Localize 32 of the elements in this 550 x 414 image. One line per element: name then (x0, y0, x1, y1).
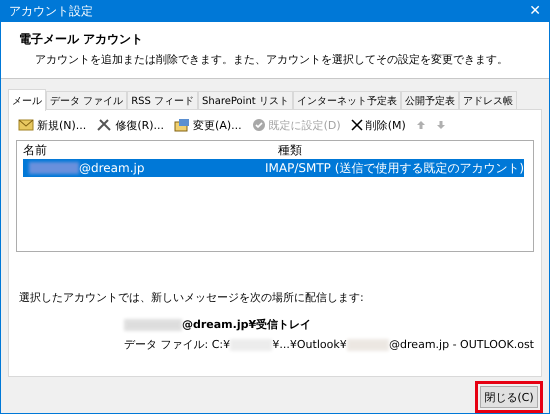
delivery-folder: @dream.jp¥受信トレイ (182, 317, 312, 332)
tab[interactable]: メール (8, 89, 46, 111)
account-type[interactable]: IMAP/SMTP (送信で使用する既定のアカウント) (259, 159, 524, 177)
close-icon (350, 119, 363, 131)
data-file-path: ¥...¥Outlook¥ (272, 338, 347, 351)
account-name[interactable]: @dream.jp (23, 159, 259, 177)
redacted-text (29, 162, 79, 174)
toolbar-button[interactable]: 新規(N)... (18, 118, 86, 132)
tab[interactable]: 公開予定表 (400, 91, 459, 110)
toolbar-button[interactable]: 削除(M) (350, 118, 406, 132)
toolbar-button[interactable]: 変更(A)... (174, 118, 242, 132)
check-circle-icon (252, 118, 266, 132)
data-file-name: @dream.jp - OUTLOOK.ost (389, 338, 534, 351)
redacted-text (346, 338, 390, 350)
section-title: 電子メール アカウント (19, 31, 144, 48)
tab[interactable]: インターネット予定表 (292, 91, 401, 110)
tab[interactable]: RSS フィード (127, 91, 198, 110)
column-header[interactable]: 種類 (272, 141, 517, 159)
toolbar-button[interactable]: 修復(R)... (96, 118, 164, 132)
column-header[interactable]: 名前 (17, 141, 272, 159)
description-text: アカウントを追加または削除できます。また、アカウントを選択してその設定を変更できます。 (34, 52, 509, 67)
close-dialog-button[interactable]: 閉じる(C) (480, 386, 538, 408)
tab[interactable]: データ ファイル (46, 91, 128, 110)
tab[interactable]: アドレス帳 (458, 91, 517, 110)
data-file-label: データ ファイル: C:¥ (124, 337, 230, 352)
window-title: アカウント設定 (9, 2, 93, 20)
close-button[interactable]: ✕ (529, 3, 541, 19)
redacted-text (124, 318, 182, 330)
settings-icon (174, 118, 190, 132)
tab[interactable]: SharePoint リスト (198, 91, 293, 110)
envelope-icon (18, 118, 34, 132)
delivery-text: 選択したアカウントでは、新しいメッセージを次の場所に配信します: (19, 290, 365, 305)
